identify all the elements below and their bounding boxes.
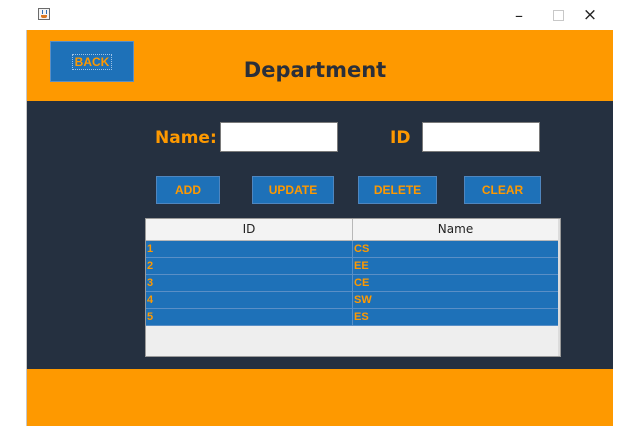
add-button[interactable]: ADD bbox=[156, 176, 220, 204]
column-header-id[interactable]: ID bbox=[146, 219, 353, 240]
window-title-bar: – × bbox=[0, 0, 640, 30]
header-band: BACK Department bbox=[27, 30, 613, 101]
cell-id: 2 bbox=[146, 258, 353, 274]
id-label: ID bbox=[390, 128, 411, 148]
table-row[interactable]: 5 ES bbox=[146, 309, 558, 326]
cell-name: ES bbox=[354, 311, 369, 323]
cell-id: 1 bbox=[146, 241, 353, 257]
main-panel: Name: ID ADD UPDATE DELETE CLEAR ID Name… bbox=[27, 101, 613, 369]
column-header-name[interactable]: Name bbox=[353, 219, 558, 240]
table-row[interactable]: 1 CS bbox=[146, 241, 558, 258]
cell-id: 5 bbox=[146, 309, 353, 325]
close-icon[interactable]: × bbox=[567, 0, 613, 30]
update-button[interactable]: UPDATE bbox=[252, 176, 334, 204]
cell-id: 3 bbox=[146, 275, 353, 291]
cell-name: SW bbox=[354, 294, 372, 306]
back-button-label: BACK bbox=[71, 53, 113, 70]
cell-id: 4 bbox=[146, 292, 353, 308]
java-app-icon bbox=[38, 8, 50, 20]
cell-name: EE bbox=[354, 260, 369, 272]
cell-name: CS bbox=[354, 243, 370, 255]
table-header: ID Name bbox=[146, 219, 558, 241]
id-field[interactable] bbox=[422, 122, 540, 152]
delete-button[interactable]: DELETE bbox=[358, 176, 437, 204]
table-row[interactable]: 4 SW bbox=[146, 292, 558, 309]
table-body: 1 CS 2 EE 3 CE 4 SW 5 ES bbox=[146, 241, 558, 326]
page-title: Department bbox=[243, 58, 387, 82]
name-field[interactable] bbox=[220, 122, 338, 152]
table-scroll-edge bbox=[558, 219, 560, 356]
footer-band bbox=[27, 369, 613, 426]
department-table[interactable]: ID Name 1 CS 2 EE 3 CE 4 SW 5 ES bbox=[145, 218, 561, 357]
table-row[interactable]: 3 CE bbox=[146, 275, 558, 292]
name-label: Name: bbox=[155, 128, 217, 148]
back-button[interactable]: BACK bbox=[50, 41, 134, 82]
cell-name: CE bbox=[354, 277, 370, 289]
clear-button[interactable]: CLEAR bbox=[464, 176, 541, 204]
table-row[interactable]: 2 EE bbox=[146, 258, 558, 275]
